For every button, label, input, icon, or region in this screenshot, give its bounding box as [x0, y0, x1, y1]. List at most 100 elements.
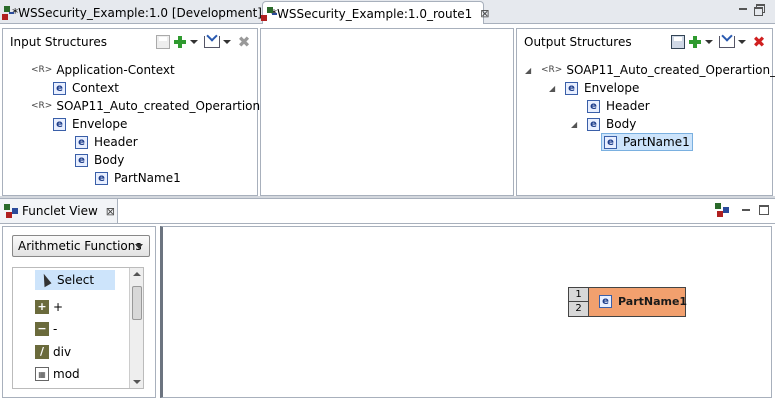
tree-node-label: Application-Context: [56, 63, 175, 77]
chevron-down-icon[interactable]: [705, 40, 713, 44]
funclet-node[interactable]: 1 2 e PartName1: [568, 287, 688, 317]
tree-node-label: Envelope: [72, 117, 128, 131]
panel-header: Output Structures ✖: [517, 29, 772, 55]
funclet-body: Arithmetic Functions Select + + − - / di…: [0, 223, 775, 400]
chevron-down-icon[interactable]: [190, 40, 198, 44]
list-item-label: +: [53, 300, 64, 314]
plus-fn-icon: +: [35, 300, 49, 314]
input-port-1[interactable]: 1: [569, 288, 589, 302]
tree-node-label: SOAP11_Auto_created_Operartion_RES: [566, 63, 775, 77]
mapping-canvas[interactable]: [260, 28, 514, 196]
editor-tab-label: *WSSecurity_Example:1.0 [Development]: [12, 5, 262, 20]
editor-tab-bar: *WSSecurity_Example:1.0 [Development] *W…: [0, 0, 775, 25]
tree-node[interactable]: e Envelope: [53, 115, 127, 133]
funclet-view: Funclet View ⊠ Arithmetic Functions Sele…: [0, 198, 775, 400]
output-structures-panel: Output Structures ✖ ◢ <R> SOAP11_Auto_cr…: [516, 28, 775, 196]
save-icon[interactable]: [156, 35, 170, 49]
root-icon: <R>: [31, 65, 53, 75]
tree-node[interactable]: <R> Application-Context: [31, 61, 175, 79]
function-list: Select + + − - / div ▦ mod: [12, 267, 144, 389]
tree-node[interactable]: e Body: [75, 151, 124, 169]
cursor-icon: [38, 272, 52, 288]
input-port-2[interactable]: 2: [569, 302, 589, 316]
list-item-label: Select: [57, 273, 95, 287]
element-icon: e: [565, 81, 578, 95]
tree-node-selected[interactable]: e PartName1: [601, 133, 693, 151]
close-icon[interactable]: ⊠: [106, 205, 115, 218]
chevron-down-icon[interactable]: [223, 40, 231, 44]
tree-node-label: Envelope: [584, 81, 640, 95]
add-icon[interactable]: [688, 35, 702, 49]
tree-node-label: Header: [94, 135, 138, 149]
tree-node[interactable]: ◢ e Body: [571, 115, 636, 133]
funclet-icon: [4, 204, 18, 218]
tree-node[interactable]: e Header: [587, 97, 650, 115]
tree-node[interactable]: e Header: [75, 133, 138, 151]
tree-node-label: SOAP11_Auto_created_Operartion_REQ: [56, 99, 292, 113]
function-item-plus[interactable]: + +: [35, 297, 63, 317]
tree-node-label: PartName1: [623, 135, 690, 149]
tree-node[interactable]: e Context: [53, 79, 119, 97]
expand-icon[interactable]: ◢: [549, 84, 559, 93]
element-icon: e: [75, 135, 88, 149]
function-item-div[interactable]: / div: [35, 342, 71, 362]
tree-node[interactable]: ◢ <R> SOAP11_Auto_created_Operartion_RES: [525, 61, 775, 79]
delete-icon[interactable]: ✖: [237, 35, 251, 50]
tree-node[interactable]: <R> SOAP11_Auto_created_Operartion_REQ: [31, 97, 292, 115]
function-item-minus[interactable]: − -: [35, 319, 57, 339]
editor-tab-development[interactable]: *WSSecurity_Example:1.0 [Development]: [0, 1, 262, 24]
function-palette: Arithmetic Functions Select + + − - / di…: [2, 226, 156, 398]
chevron-down-icon[interactable]: [738, 40, 746, 44]
node-label-text: PartName1: [618, 295, 688, 308]
scroll-thumb[interactable]: [132, 286, 142, 320]
import-icon[interactable]: [719, 36, 735, 48]
import-icon[interactable]: [204, 36, 220, 48]
close-icon[interactable]: ⊠: [480, 7, 489, 20]
minimize-icon[interactable]: [741, 205, 751, 215]
root-icon: <R>: [541, 65, 563, 75]
minus-fn-icon: −: [35, 322, 49, 336]
function-item-mod[interactable]: ▦ mod: [35, 364, 80, 384]
funclet-canvas[interactable]: 1 2 e PartName1: [160, 226, 772, 398]
function-category-select[interactable]: Arithmetic Functions: [12, 235, 150, 257]
editor-tab-label: *WSSecurity_Example:1.0_route1: [271, 6, 473, 21]
tree-node[interactable]: ◢ e Envelope: [549, 79, 639, 97]
chevron-down-icon: [135, 244, 143, 249]
element-icon: e: [604, 135, 617, 149]
div-fn-icon: /: [35, 345, 49, 359]
panel-header: Input Structures ✖: [3, 29, 257, 55]
panel-toolbar: ✖: [671, 35, 772, 50]
expand-icon[interactable]: ◢: [571, 120, 581, 129]
expand-icon[interactable]: ◢: [525, 66, 535, 75]
tree-node-label: Body: [606, 117, 637, 131]
element-icon: e: [599, 295, 612, 308]
input-structures-panel: Input Structures ✖ <R> Application-Conte…: [2, 28, 292, 196]
element-icon: e: [587, 117, 600, 131]
panel-title: Input Structures: [10, 35, 107, 49]
maximize-icon[interactable]: [759, 205, 769, 215]
tab-funclet-view[interactable]: Funclet View ⊠: [0, 199, 118, 223]
restore-icon[interactable]: [754, 4, 765, 16]
element-icon: e: [587, 99, 600, 113]
scroll-down-icon[interactable]: [133, 380, 141, 384]
editor-tab-route1[interactable]: *WSSecurity_Example:1.0_route1 ⊠: [261, 1, 490, 25]
list-item-label: -: [53, 322, 58, 336]
root-icon: <R>: [31, 101, 53, 111]
mapping-editor: Input Structures ✖ <R> Application-Conte…: [0, 24, 775, 196]
panel-toolbar: ✖: [156, 35, 257, 50]
tree-node-label: Header: [606, 99, 650, 113]
tab-label: Funclet View: [22, 204, 98, 218]
add-icon[interactable]: [173, 35, 187, 49]
list-item-label: div: [53, 345, 72, 359]
minimize-icon[interactable]: [738, 4, 748, 14]
funclet-icon[interactable]: [715, 203, 729, 217]
mod-fn-icon: ▦: [35, 367, 49, 381]
list-item-label: mod: [53, 367, 80, 381]
scrollbar[interactable]: [129, 268, 143, 388]
save-icon[interactable]: [671, 35, 685, 49]
delete-icon[interactable]: ✖: [752, 35, 766, 50]
scroll-up-icon[interactable]: [133, 272, 141, 276]
tree-node[interactable]: e PartName1: [95, 169, 181, 187]
select-tool[interactable]: Select: [35, 270, 115, 290]
view-toolbar: [715, 203, 769, 217]
